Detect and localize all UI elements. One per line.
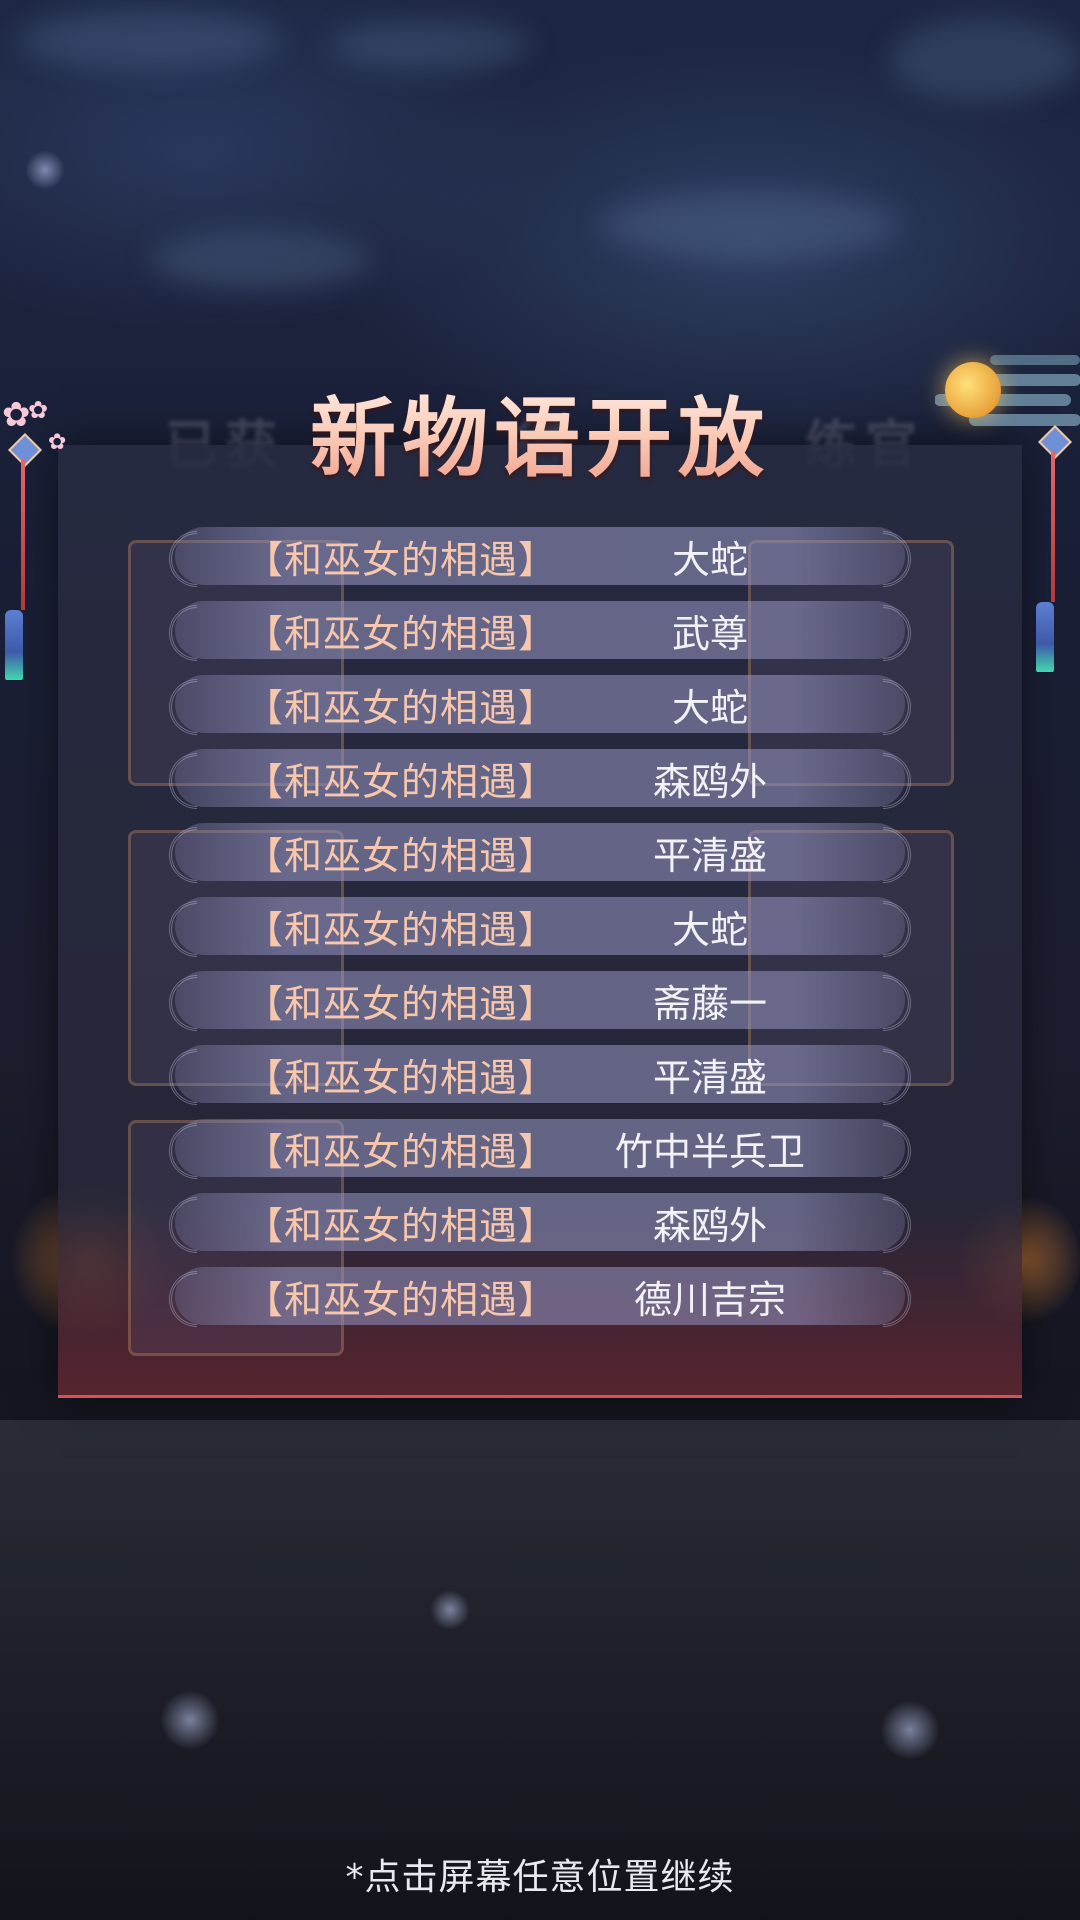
list-item: 【和巫女的相遇】 竹中半兵卫: [175, 1119, 905, 1177]
list-item: 【和巫女的相遇】 大蛇: [175, 675, 905, 733]
character-name: 森鸥外: [652, 759, 767, 804]
character-name: 大蛇: [671, 907, 748, 952]
story-name: 【和巫女的相遇】: [245, 759, 558, 804]
story-name: 【和巫女的相遇】: [245, 981, 558, 1026]
story-name: 【和巫女的相遇】: [245, 537, 558, 582]
list-item: 【和巫女的相遇】 大蛇: [175, 527, 905, 585]
list-item: 【和巫女的相遇】 平清盛: [175, 823, 905, 881]
list-item: 【和巫女的相遇】 森鸥外: [175, 749, 905, 807]
character-name: 武尊: [671, 611, 748, 656]
background-road: [0, 1420, 1080, 1920]
character-name: 平清盛: [652, 1055, 767, 1100]
sparkle: [430, 1590, 470, 1630]
background-cloud: [330, 20, 530, 70]
list-item: 【和巫女的相遇】 平清盛: [175, 1045, 905, 1103]
continue-hint: *点击屏幕任意位置继续: [345, 1857, 735, 1898]
background-cloud: [890, 20, 1080, 100]
page-title: 新物语开放: [0, 368, 1080, 493]
tassel-ornament-icon: [5, 610, 23, 680]
character-name: 大蛇: [671, 685, 748, 730]
game-screen[interactable]: 已获 得 练官 ✿ ✿ ✿ 新物语开放 【和巫女的相遇】大蛇【和巫女的相遇】武尊…: [0, 0, 1080, 1920]
story-name: 【和巫女的相遇】: [245, 1055, 558, 1100]
story-name: 【和巫女的相遇】: [245, 1203, 558, 1248]
list-item: 【和巫女的相遇】 德川吉宗: [175, 1267, 905, 1325]
sparkle: [880, 1700, 940, 1760]
list-item: 【和巫女的相遇】 森鸥外: [175, 1193, 905, 1251]
character-name: 森鸥外: [652, 1203, 767, 1248]
story-name: 【和巫女的相遇】: [245, 833, 558, 878]
character-name: 德川吉宗: [633, 1277, 786, 1322]
background-cloud: [20, 10, 280, 70]
list-item: 【和巫女的相遇】 大蛇: [175, 897, 905, 955]
story-name: 【和巫女的相遇】: [245, 1129, 558, 1174]
story-name: 【和巫女的相遇】: [245, 907, 558, 952]
character-name: 斋藤一: [652, 981, 767, 1026]
background-cloud: [600, 190, 900, 260]
character-name: 竹中半兵卫: [614, 1129, 805, 1174]
sparkle: [160, 1690, 220, 1750]
story-name: 【和巫女的相遇】: [245, 611, 558, 656]
tassel-ornament-icon: [1036, 602, 1054, 672]
sparkle: [25, 150, 65, 190]
story-name: 【和巫女的相遇】: [245, 685, 558, 730]
story-name: 【和巫女的相遇】: [245, 1277, 558, 1322]
new-story-list: 【和巫女的相遇】 大蛇 【和巫女的相遇】 武尊 【和巫女的相遇】 大蛇 【和巫女的相遇】 森鸥…: [175, 527, 905, 1341]
character-name: 大蛇: [671, 537, 748, 582]
list-item: 【和巫女的相遇】 武尊: [175, 601, 905, 659]
character-name: 平清盛: [652, 833, 767, 878]
list-item: 【和巫女的相遇】 斋藤一: [175, 971, 905, 1029]
background-cloud: [150, 230, 370, 290]
